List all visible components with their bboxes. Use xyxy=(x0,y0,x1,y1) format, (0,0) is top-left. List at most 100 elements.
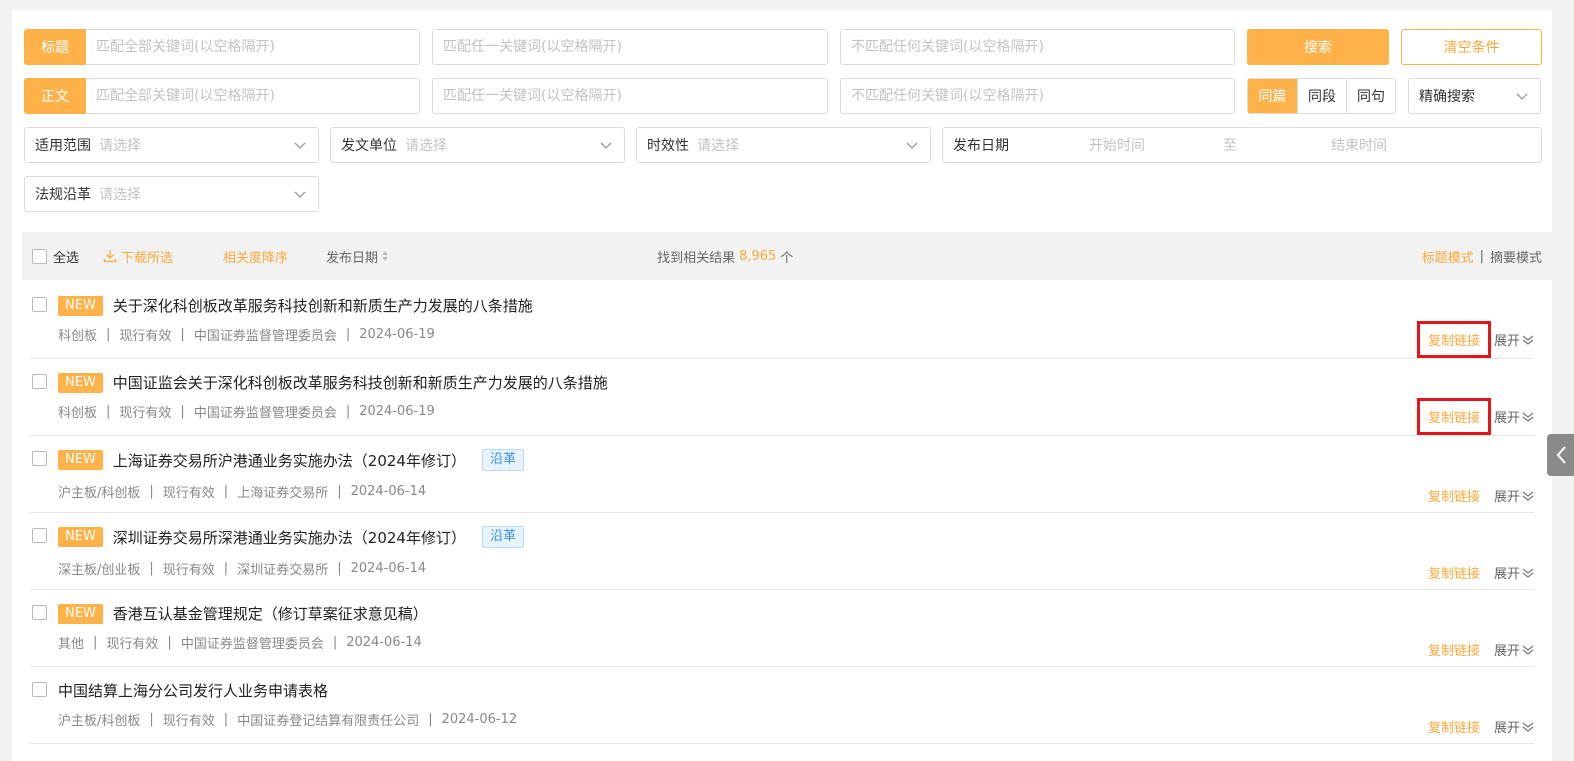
scope-same-article[interactable]: 同篇 xyxy=(1248,79,1297,113)
evolution-row: 法规沿革 请选择 xyxy=(24,176,319,212)
scope-filter-placeholder: 请选择 xyxy=(99,138,141,154)
item-date: 2024-06-19 xyxy=(359,327,435,342)
item-meta: 深主板/创业板 | 现行有效 | 深圳证券交易所 | 2024-06-14 xyxy=(58,559,426,578)
item-board: 沪主板/科创板 xyxy=(58,714,141,729)
evolution-tag[interactable]: 沿革 xyxy=(481,449,524,471)
sort-date-label: 发布日期 xyxy=(326,250,379,266)
date-filter-label: 发布日期 xyxy=(953,138,1009,154)
item-title-line: 中国结算上海分公司发行人业务申请表格 xyxy=(58,680,328,701)
scope-same-sentence[interactable]: 同句 xyxy=(1346,79,1395,113)
expand-button[interactable]: 展开 xyxy=(1494,486,1534,505)
expand-label: 展开 xyxy=(1493,334,1520,349)
validity-filter-select[interactable]: 时效性 请选择 xyxy=(636,127,931,163)
meta-separator: | xyxy=(223,712,229,727)
sort-relevance-link[interactable]: 相关度降序 xyxy=(223,247,288,266)
body-none-input[interactable] xyxy=(840,78,1235,114)
expand-button[interactable]: 展开 xyxy=(1494,640,1534,659)
copy-link-button[interactable]: 复制链接 xyxy=(1422,713,1486,740)
body-search-row: 正文 同篇 同段 同句 精确搜索 xyxy=(24,78,1541,114)
item-title-link[interactable]: 深圳证券交易所深港通业务实施办法（2024年修订） xyxy=(113,527,466,548)
item-meta: 沪主板/科创板 | 现行有效 | 中国证券登记结算有限责任公司 | 2024-06-1… xyxy=(58,710,517,729)
side-collapse-tab[interactable] xyxy=(1547,434,1574,476)
item-checkbox[interactable] xyxy=(32,528,47,543)
item-checkbox[interactable] xyxy=(32,605,47,620)
title-search-row: 标题 搜索 清空条件 xyxy=(24,29,1542,65)
item-title-link[interactable]: 香港互认基金管理规定（修订草案征求意见稿） xyxy=(113,603,428,624)
issuer-filter-select[interactable]: 发文单位 请选择 xyxy=(330,127,625,163)
sort-date-link[interactable]: 发布日期 xyxy=(326,247,389,266)
copy-link-button[interactable]: 复制链接 xyxy=(1422,636,1486,663)
item-meta: 其他 | 现行有效 | 中国证券监督管理委员会 | 2024-06-14 xyxy=(58,633,422,652)
body-all-input[interactable] xyxy=(86,78,420,114)
item-actions: 复制链接 展开 xyxy=(1422,482,1534,509)
item-validity: 现行有效 xyxy=(119,329,172,344)
title-mode-link[interactable]: 标题模式 xyxy=(1422,247,1474,266)
item-validity: 现行有效 xyxy=(162,486,215,501)
item-date: 2024-06-14 xyxy=(350,561,427,576)
item-checkbox[interactable] xyxy=(32,682,47,697)
copy-link-button[interactable]: 复制链接 xyxy=(1416,321,1491,358)
double-chevron-down-icon xyxy=(1522,412,1534,422)
item-validity: 现行有效 xyxy=(106,637,159,652)
evolution-tag[interactable]: 沿革 xyxy=(481,526,524,548)
match-mode-value: 精确搜索 xyxy=(1419,89,1475,105)
result-item: 中国结算上海分公司发行人业务申请表格 沪主板/科创板 | 现行有效 | 中国证券登记… xyxy=(30,667,1534,744)
result-prefix: 找到相关结果 xyxy=(657,250,736,266)
expand-button[interactable]: 展开 xyxy=(1494,717,1534,736)
date-end-input[interactable]: 结束时间 xyxy=(1331,135,1387,155)
meta-separator: | xyxy=(428,712,433,727)
item-title-link[interactable]: 中国结算上海分公司发行人业务申请表格 xyxy=(58,680,328,701)
title-label: 标题 xyxy=(24,29,86,65)
expand-button[interactable]: 展开 xyxy=(1494,330,1534,349)
copy-link-button[interactable]: 复制链接 xyxy=(1422,559,1486,586)
item-board: 科创板 xyxy=(58,329,98,344)
summary-mode-link[interactable]: 摘要模式 xyxy=(1490,247,1542,266)
double-chevron-down-icon xyxy=(1522,568,1534,578)
meta-separator: | xyxy=(223,484,229,499)
date-start-input[interactable]: 开始时间 xyxy=(1089,135,1223,155)
meta-separator: | xyxy=(180,404,185,419)
item-board: 科创板 xyxy=(58,406,98,421)
evolution-filter-select[interactable]: 法规沿革 请选择 xyxy=(24,176,319,212)
item-checkbox[interactable] xyxy=(32,451,47,466)
body-any-input[interactable] xyxy=(432,78,828,114)
validity-filter-placeholder: 请选择 xyxy=(697,138,739,154)
copy-link-button[interactable]: 复制链接 xyxy=(1422,482,1486,509)
item-checkbox[interactable] xyxy=(32,297,47,312)
expand-button[interactable]: 展开 xyxy=(1494,407,1534,426)
select-all-checkbox[interactable] xyxy=(32,248,47,264)
result-count: 8,965 xyxy=(739,248,777,264)
item-title-link[interactable]: 中国证监会关于深化科创板改革服务科技创新和新质生产力发展的八条措施 xyxy=(113,372,608,393)
item-actions: 复制链接 展开 xyxy=(1422,636,1534,663)
item-meta: 沪主板/科创板 | 现行有效 | 上海证券交易所 | 2024-06-14 xyxy=(58,482,426,501)
expand-button[interactable]: 展开 xyxy=(1494,563,1534,582)
item-title-link[interactable]: 关于深化科创板改革服务科技创新和新质生产力发展的八条措施 xyxy=(113,295,533,316)
clear-button[interactable]: 清空条件 xyxy=(1401,29,1542,65)
item-checkbox[interactable] xyxy=(32,374,47,389)
title-any-input[interactable] xyxy=(432,29,828,65)
expand-label: 展开 xyxy=(1493,411,1520,426)
filter-row: 适用范围 请选择 发文单位 请选择 时效性 请选择 发布日期 开始时间 至 结束… xyxy=(24,127,1542,163)
item-validity: 现行有效 xyxy=(162,714,215,729)
item-title-line: NEW 深圳证券交易所深港通业务实施办法（2024年修订） 沿革 xyxy=(58,526,524,548)
double-chevron-down-icon xyxy=(1522,645,1534,655)
scope-filter-select[interactable]: 适用范围 请选择 xyxy=(24,127,319,163)
new-badge: NEW xyxy=(58,450,103,470)
match-mode-select[interactable]: 精确搜索 xyxy=(1408,78,1541,114)
download-selected-link[interactable]: 下载所选 xyxy=(103,247,173,266)
chevron-left-icon xyxy=(1556,446,1566,464)
copy-link-button[interactable]: 复制链接 xyxy=(1416,398,1491,435)
item-title-link[interactable]: 上海证券交易所沪港通业务实施办法（2024年修订） xyxy=(113,450,466,471)
item-issuer: 中国证券监督管理委员会 xyxy=(193,406,337,421)
title-all-input[interactable] xyxy=(86,29,420,65)
item-meta: 科创板 | 现行有效 | 中国证券监督管理委员会 | 2024-06-19 xyxy=(58,325,435,344)
scope-same-paragraph[interactable]: 同段 xyxy=(1297,79,1346,113)
item-date: 2024-06-14 xyxy=(350,484,427,499)
mode-separator: | xyxy=(1479,248,1484,264)
title-none-input[interactable] xyxy=(840,29,1235,65)
item-actions: 复制链接 展开 xyxy=(1416,398,1534,435)
search-button[interactable]: 搜索 xyxy=(1247,29,1389,65)
double-chevron-down-icon xyxy=(1522,491,1534,501)
expand-label: 展开 xyxy=(1493,644,1520,659)
meta-separator: | xyxy=(149,712,154,727)
